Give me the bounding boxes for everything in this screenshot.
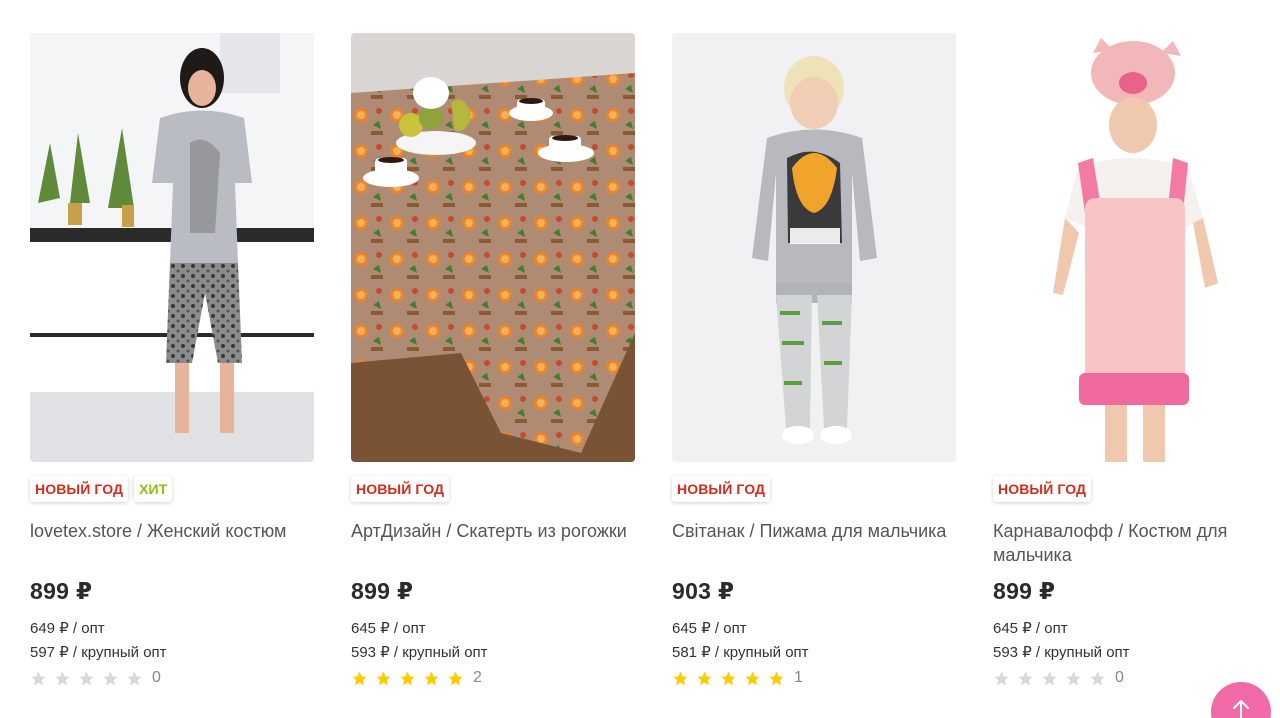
star-icon: [673, 670, 688, 685]
star-icon: [1042, 670, 1057, 685]
badge-list: НОВЫЙ ГОД: [672, 476, 956, 502]
wholesale-price-opt: 645 ₽ / опт: [993, 620, 1068, 637]
wholesale-price: 645 ₽ / опт 581 ₽ / крупный опт: [672, 617, 956, 665]
product-price: 899 ₽: [993, 578, 1056, 604]
product-price: 903 ₽: [672, 578, 735, 604]
product-card[interactable]: НОВЫЙ ГОД ХИТ lovetex.store / Женский ко…: [30, 33, 314, 689]
star-icon: [745, 670, 760, 685]
wholesale-price: 649 ₽ / опт 597 ₽ / крупный опт: [30, 617, 314, 665]
product-card[interactable]: НОВЫЙ ГОД Світанак / Пижама для мальчика…: [672, 33, 956, 689]
badge-new-year: НОВЫЙ ГОД: [351, 476, 450, 502]
star-icon: [79, 670, 94, 685]
wholesale-price-bulk: 581 ₽ / крупный опт: [672, 644, 809, 661]
review-count[interactable]: 0: [1115, 669, 1124, 687]
badge-new-year: НОВЫЙ ГОД: [672, 476, 771, 502]
arrow-up-icon: [1233, 700, 1249, 718]
badge-new-year: НОВЫЙ ГОД: [30, 476, 129, 502]
product-title[interactable]: lovetex.store / Женский костюм: [30, 519, 314, 567]
star-icon: [769, 670, 784, 685]
review-count[interactable]: 0: [152, 669, 161, 687]
star-icon: [55, 670, 70, 685]
rating: 2: [351, 667, 635, 689]
product-price: 899 ₽: [30, 578, 93, 604]
star-icon: [1018, 670, 1033, 685]
wholesale-price-bulk: 593 ₽ / крупный опт: [993, 644, 1130, 661]
wholesale-price-opt: 649 ₽ / опт: [30, 620, 105, 637]
review-count[interactable]: 1: [794, 669, 803, 687]
star-icon: [400, 670, 415, 685]
badge-list: НОВЫЙ ГОД: [351, 476, 635, 502]
badge-list: НОВЫЙ ГОД: [993, 476, 1277, 502]
rating: 0: [30, 667, 314, 689]
wholesale-price-opt: 645 ₽ / опт: [351, 620, 426, 637]
product-image-boy-pig-costume[interactable]: [993, 33, 1277, 462]
star-icon: [103, 670, 118, 685]
product-card[interactable]: НОВЫЙ ГОД Карнавалофф / Костюм для мальч…: [993, 33, 1277, 689]
star-icon: [697, 670, 712, 685]
star-icon: [1090, 670, 1105, 685]
wholesale-price-bulk: 597 ₽ / крупный опт: [30, 644, 167, 661]
product-card[interactable]: НОВЫЙ ГОД АртДизайн / Скатерть из рогожк…: [351, 33, 635, 689]
badge-hit: ХИТ: [134, 476, 173, 502]
star-icon: [721, 670, 736, 685]
star-icon: [424, 670, 439, 685]
product-title[interactable]: Карнавалофф / Костюм для мальчика: [993, 519, 1277, 567]
product-title[interactable]: АртДизайн / Скатерть из рогожки: [351, 519, 635, 567]
star-icon: [448, 670, 463, 685]
wholesale-price-opt: 645 ₽ / опт: [672, 620, 747, 637]
product-price: 899 ₽: [351, 578, 414, 604]
product-image-woman-costume[interactable]: [30, 33, 314, 462]
product-grid: НОВЫЙ ГОД ХИТ lovetex.store / Женский ко…: [30, 33, 1277, 689]
badge-list: НОВЫЙ ГОД ХИТ: [30, 476, 314, 502]
wholesale-price-bulk: 593 ₽ / крупный опт: [351, 644, 488, 661]
review-count[interactable]: 2: [473, 669, 482, 687]
star-icon: [127, 670, 142, 685]
star-icon: [1066, 670, 1081, 685]
star-icon: [994, 670, 1009, 685]
product-image-tablecloth[interactable]: [351, 33, 635, 462]
wholesale-price: 645 ₽ / опт 593 ₽ / крупный опт: [351, 617, 635, 665]
product-image-boy-pajama[interactable]: [672, 33, 956, 462]
star-icon: [31, 670, 46, 685]
product-title[interactable]: Світанак / Пижама для мальчика: [672, 519, 956, 567]
star-icon: [352, 670, 367, 685]
wholesale-price: 645 ₽ / опт 593 ₽ / крупный опт: [993, 617, 1277, 665]
badge-new-year: НОВЫЙ ГОД: [993, 476, 1092, 502]
rating: 1: [672, 667, 956, 689]
star-icon: [376, 670, 391, 685]
